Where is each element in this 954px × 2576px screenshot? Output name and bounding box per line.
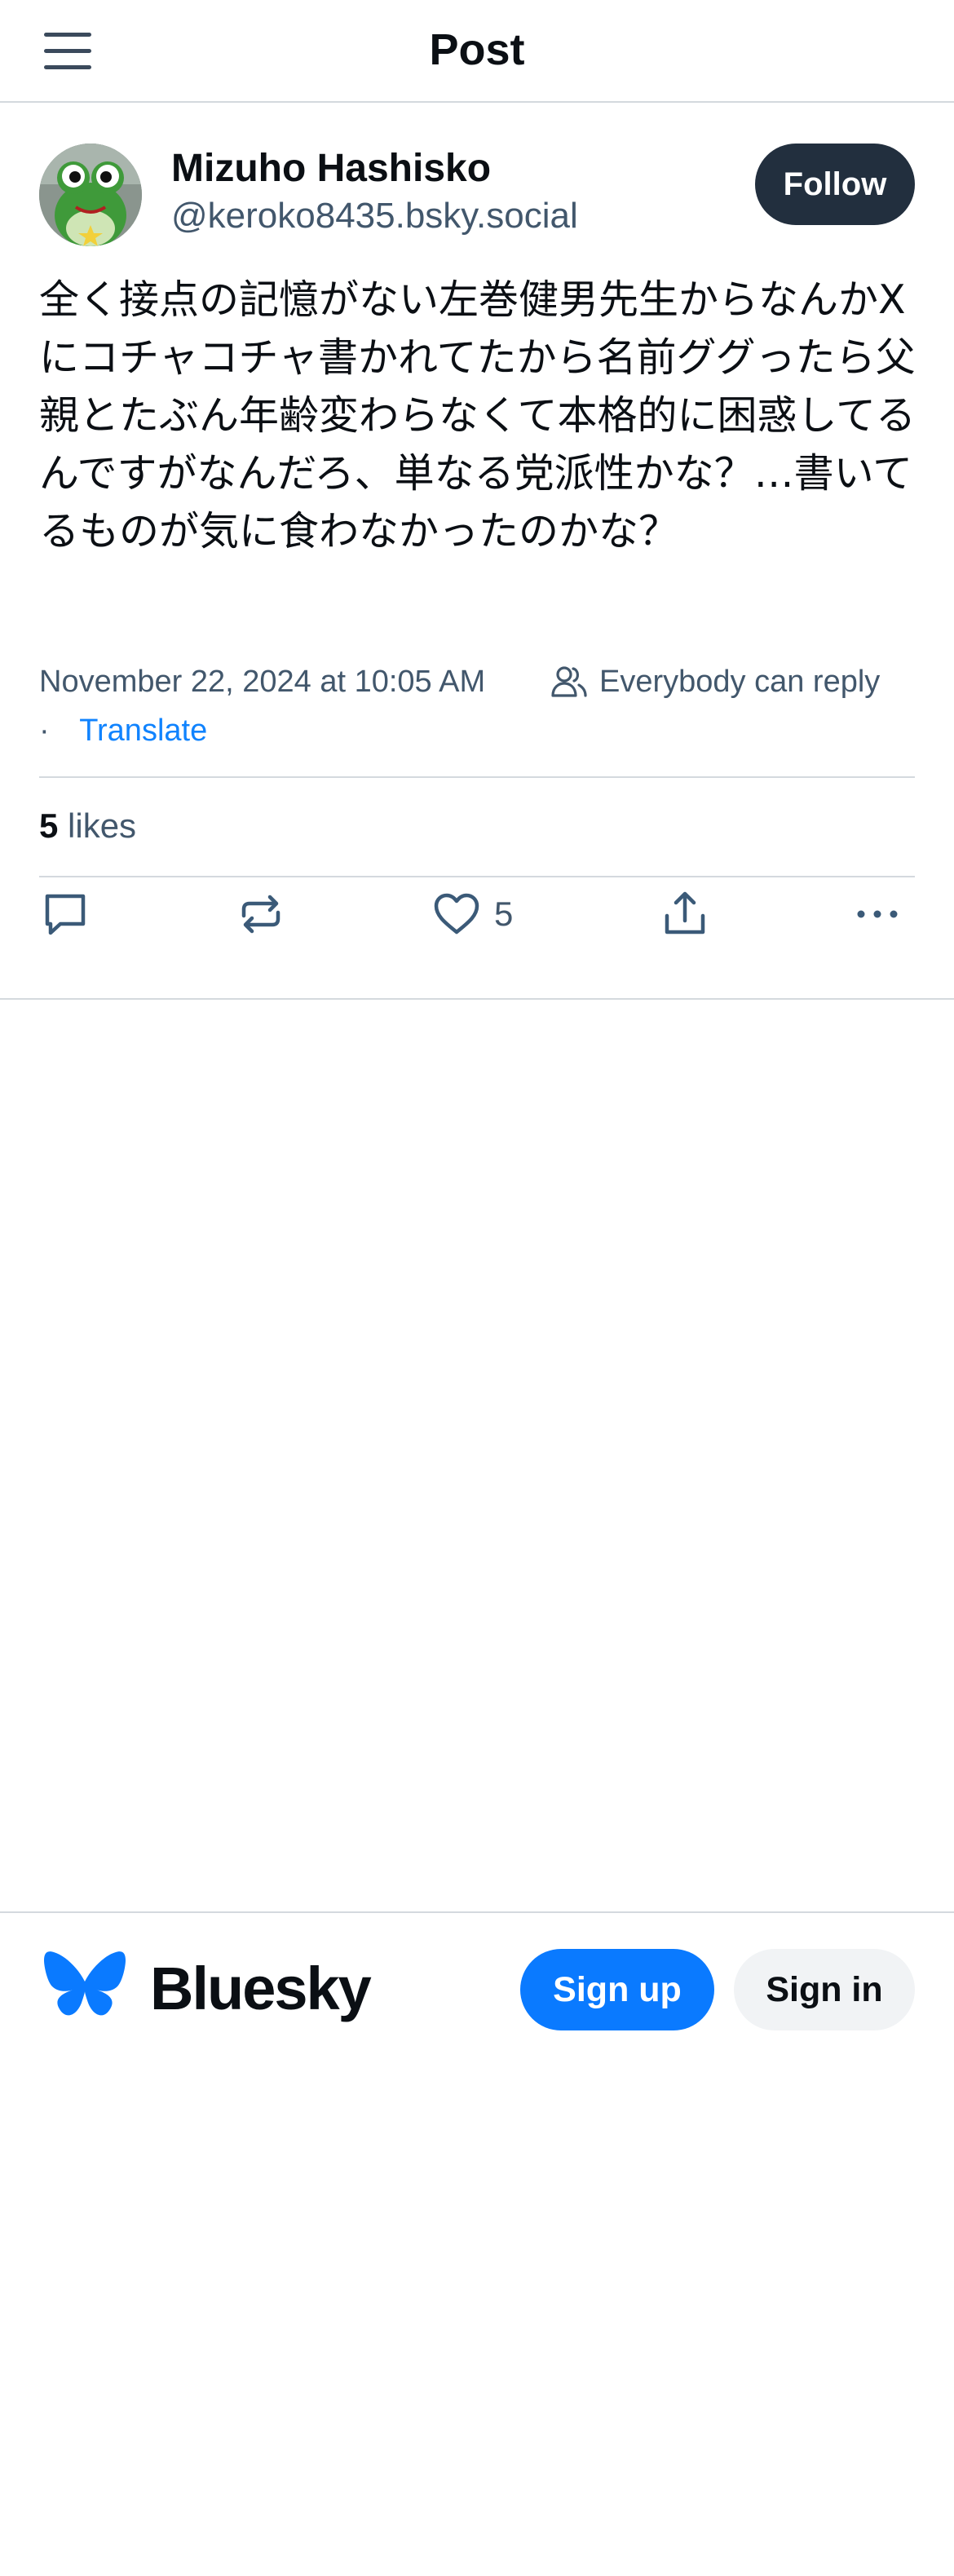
like-button[interactable]: 5 <box>431 877 513 951</box>
more-dots-icon <box>857 910 898 918</box>
butterfly-icon <box>44 1949 126 2028</box>
frog-character-avatar <box>39 144 142 246</box>
share-button[interactable] <box>659 877 711 951</box>
likes-label: likes <box>68 806 137 845</box>
heart-icon <box>434 893 479 935</box>
reply-setting[interactable]: Everybody can reply <box>550 657 880 706</box>
page-title: Post <box>429 25 525 74</box>
post-meta: November 22, 2024 at 10:05 AM Everybody … <box>39 657 920 706</box>
more-options-button[interactable] <box>851 877 903 951</box>
likes-count-row[interactable]: 5 likes <box>39 798 136 855</box>
avatar[interactable] <box>39 144 142 246</box>
logged-out-footer: Bluesky Sign up Sign in <box>0 1911 954 2042</box>
comment-icon <box>45 894 86 935</box>
reply-button[interactable] <box>39 877 91 951</box>
repost-icon <box>241 895 280 934</box>
sign-up-button[interactable]: Sign up <box>520 1949 714 2030</box>
sign-in-button[interactable]: Sign in <box>734 1949 915 2030</box>
likes-count: 5 <box>39 806 59 845</box>
repost-button[interactable] <box>235 877 287 951</box>
meta-separator: · <box>39 714 50 748</box>
post-thread-item: Mizuho Hashisko @keroko8435.bsky.social … <box>0 103 954 1000</box>
author-display-name[interactable]: Mizuho Hashisko <box>171 145 491 192</box>
top-bar: Post <box>0 0 954 103</box>
post-timestamp[interactable]: November 22, 2024 at 10:05 AM <box>39 657 485 706</box>
post-actions: 5 <box>0 877 954 951</box>
divider <box>39 776 915 778</box>
reply-setting-label: Everybody can reply <box>599 665 881 699</box>
author-handle[interactable]: @keroko8435.bsky.social <box>171 194 578 238</box>
post-text: 全く接点の記憶がない左巻健男先生からなんかXにコチャコチャ書かれてたから名前ググ… <box>39 276 916 555</box>
share-icon <box>665 891 705 935</box>
like-count: 5 <box>494 895 514 933</box>
follow-button[interactable]: Follow <box>755 144 915 225</box>
translate-link[interactable]: Translate <box>79 714 207 748</box>
people-icon <box>551 666 587 697</box>
post-meta-secondary: · Translate <box>39 706 207 755</box>
divider <box>0 998 954 1000</box>
brand-name: Bluesky <box>150 1955 372 2022</box>
